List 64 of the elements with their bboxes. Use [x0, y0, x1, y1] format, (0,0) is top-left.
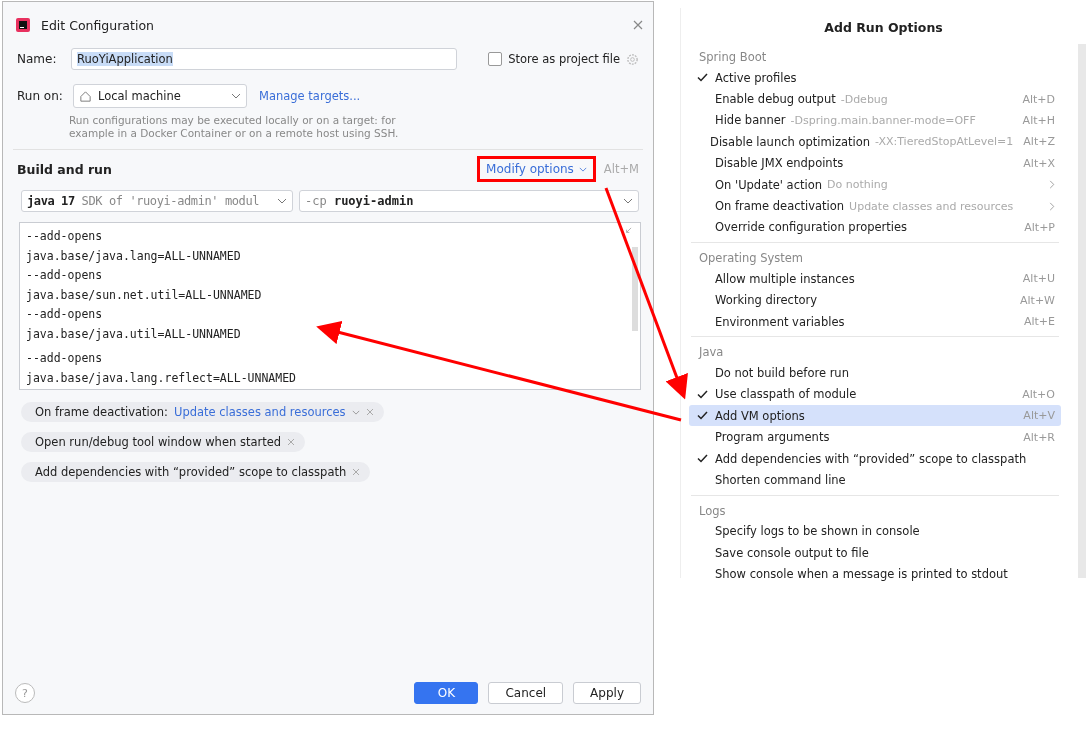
menu-item[interactable]: Show console when a message is printed to stdout: [689, 563, 1061, 585]
name-label: Name:: [17, 52, 58, 66]
group-header: Logs: [698, 502, 727, 520]
option-chip[interactable]: Add dependencies with “provided” scope to classpath: [21, 462, 371, 482]
menu-item[interactable]: Disable launch optimization -XX:TieredStopAtLevel=1 Alt+Z: [689, 131, 1061, 153]
jdk-dropdown[interactable]: java 17 SDK of 'ruoyi-admin' modul: [21, 190, 293, 212]
chevron-down-icon: [277, 198, 287, 204]
menu-item[interactable]: Hide banner -Dspring.main.banner-mode=OFF Alt+H: [689, 109, 1061, 132]
menu-item[interactable]: On 'Update' action Do nothing: [689, 173, 1061, 196]
dialog-button[interactable]: OK: [414, 682, 479, 704]
option-chip[interactable]: Open run/debug tool window when started: [21, 432, 306, 452]
remove-icon[interactable]: [352, 468, 361, 476]
name-field[interactable]: RuoYiApplication: [71, 48, 457, 70]
group-header: Java: [697, 344, 725, 362]
store-label: Store as project file: [508, 52, 620, 66]
remove-icon[interactable]: [365, 408, 374, 416]
chevron-down-icon: [623, 198, 633, 204]
vm-options-field[interactable]: --add-opens java.base/java.lang=ALL-UNNAMED --add-opens java.base/sun.net.util=ALL-UNNAMED --add-opens java.base/java.util=ALL-UNNAMED --add-opens java.base/java.lang.reflect=ALL-UNNAMED: [19, 222, 641, 390]
app-icon: [15, 17, 31, 33]
menu-item[interactable]: Specify logs to be shown in console: [689, 520, 1061, 543]
modify-options-button[interactable]: Modify options: [482, 162, 591, 176]
hint-text: Run configurations may be executed locally or on a target: for example in a Docker Container or on a remote host using SSH.: [69, 114, 400, 140]
close-icon[interactable]: [633, 20, 643, 30]
dialog-button[interactable]: Cancel: [488, 682, 564, 704]
chevron-down-icon: [578, 166, 587, 172]
menu-item[interactable]: Add VM options Alt+V: [689, 405, 1061, 427]
menu-item[interactable]: Override configuration properties Alt+P: [689, 216, 1061, 239]
menu-item[interactable]: Disable JMX endpoints Alt+X: [689, 152, 1061, 174]
gear-icon[interactable]: [626, 52, 639, 66]
menu-item[interactable]: Environment variables Alt+E: [689, 310, 1061, 333]
menu-item[interactable]: Working directory Alt+W: [689, 289, 1061, 311]
classpath-dropdown[interactable]: -cp ruoyi-admin: [299, 190, 639, 212]
house-icon: [79, 89, 92, 103]
check-icon: [697, 73, 708, 83]
menu-item[interactable]: Use classpath of module Alt+O: [689, 383, 1061, 406]
menu-item[interactable]: Do not build before run: [689, 362, 1061, 384]
collapse-icon[interactable]: [623, 227, 632, 236]
check-icon: [697, 411, 708, 421]
popup-title: Add Run Options: [823, 19, 944, 37]
manage-targets-link[interactable]: Manage targets...: [259, 89, 361, 103]
check-icon: [697, 389, 708, 399]
menu-item[interactable]: Active profiles: [689, 67, 1061, 89]
menu-item[interactable]: Add dependencies with “provided” scope to classpath: [689, 447, 1061, 470]
menu-item[interactable]: Save console output to file: [689, 542, 1061, 564]
store-checkbox[interactable]: [488, 52, 503, 66]
remove-icon[interactable]: [287, 438, 296, 446]
dialog-button[interactable]: Apply: [573, 682, 641, 704]
chevron-down-icon: [231, 93, 241, 99]
section-title: Build and run: [17, 161, 112, 177]
menu-item[interactable]: Enable debug output -Ddebug Alt+D: [689, 88, 1061, 110]
check-icon: [697, 454, 708, 464]
group-header: Operating System: [698, 250, 805, 268]
shortcut-hint: Alt+M: [603, 162, 639, 176]
run-on-dropdown[interactable]: Local machine: [73, 84, 247, 108]
window-title: Edit Configuration: [41, 17, 154, 33]
menu-item[interactable]: Shorten command line: [689, 469, 1061, 491]
chevron-down-icon[interactable]: [351, 409, 360, 415]
menu-item[interactable]: On frame deactivation Update classes and resources: [689, 195, 1061, 217]
run-on-label: Run on:: [17, 89, 61, 103]
scrollbar[interactable]: [632, 247, 638, 331]
menu-item[interactable]: Allow multiple instances Alt+U: [689, 268, 1061, 290]
menu-item[interactable]: Program arguments Alt+R: [689, 426, 1061, 448]
group-header: Spring Boot: [698, 49, 768, 66]
option-chip[interactable]: On frame deactivation: Update classes and resources: [21, 402, 384, 422]
